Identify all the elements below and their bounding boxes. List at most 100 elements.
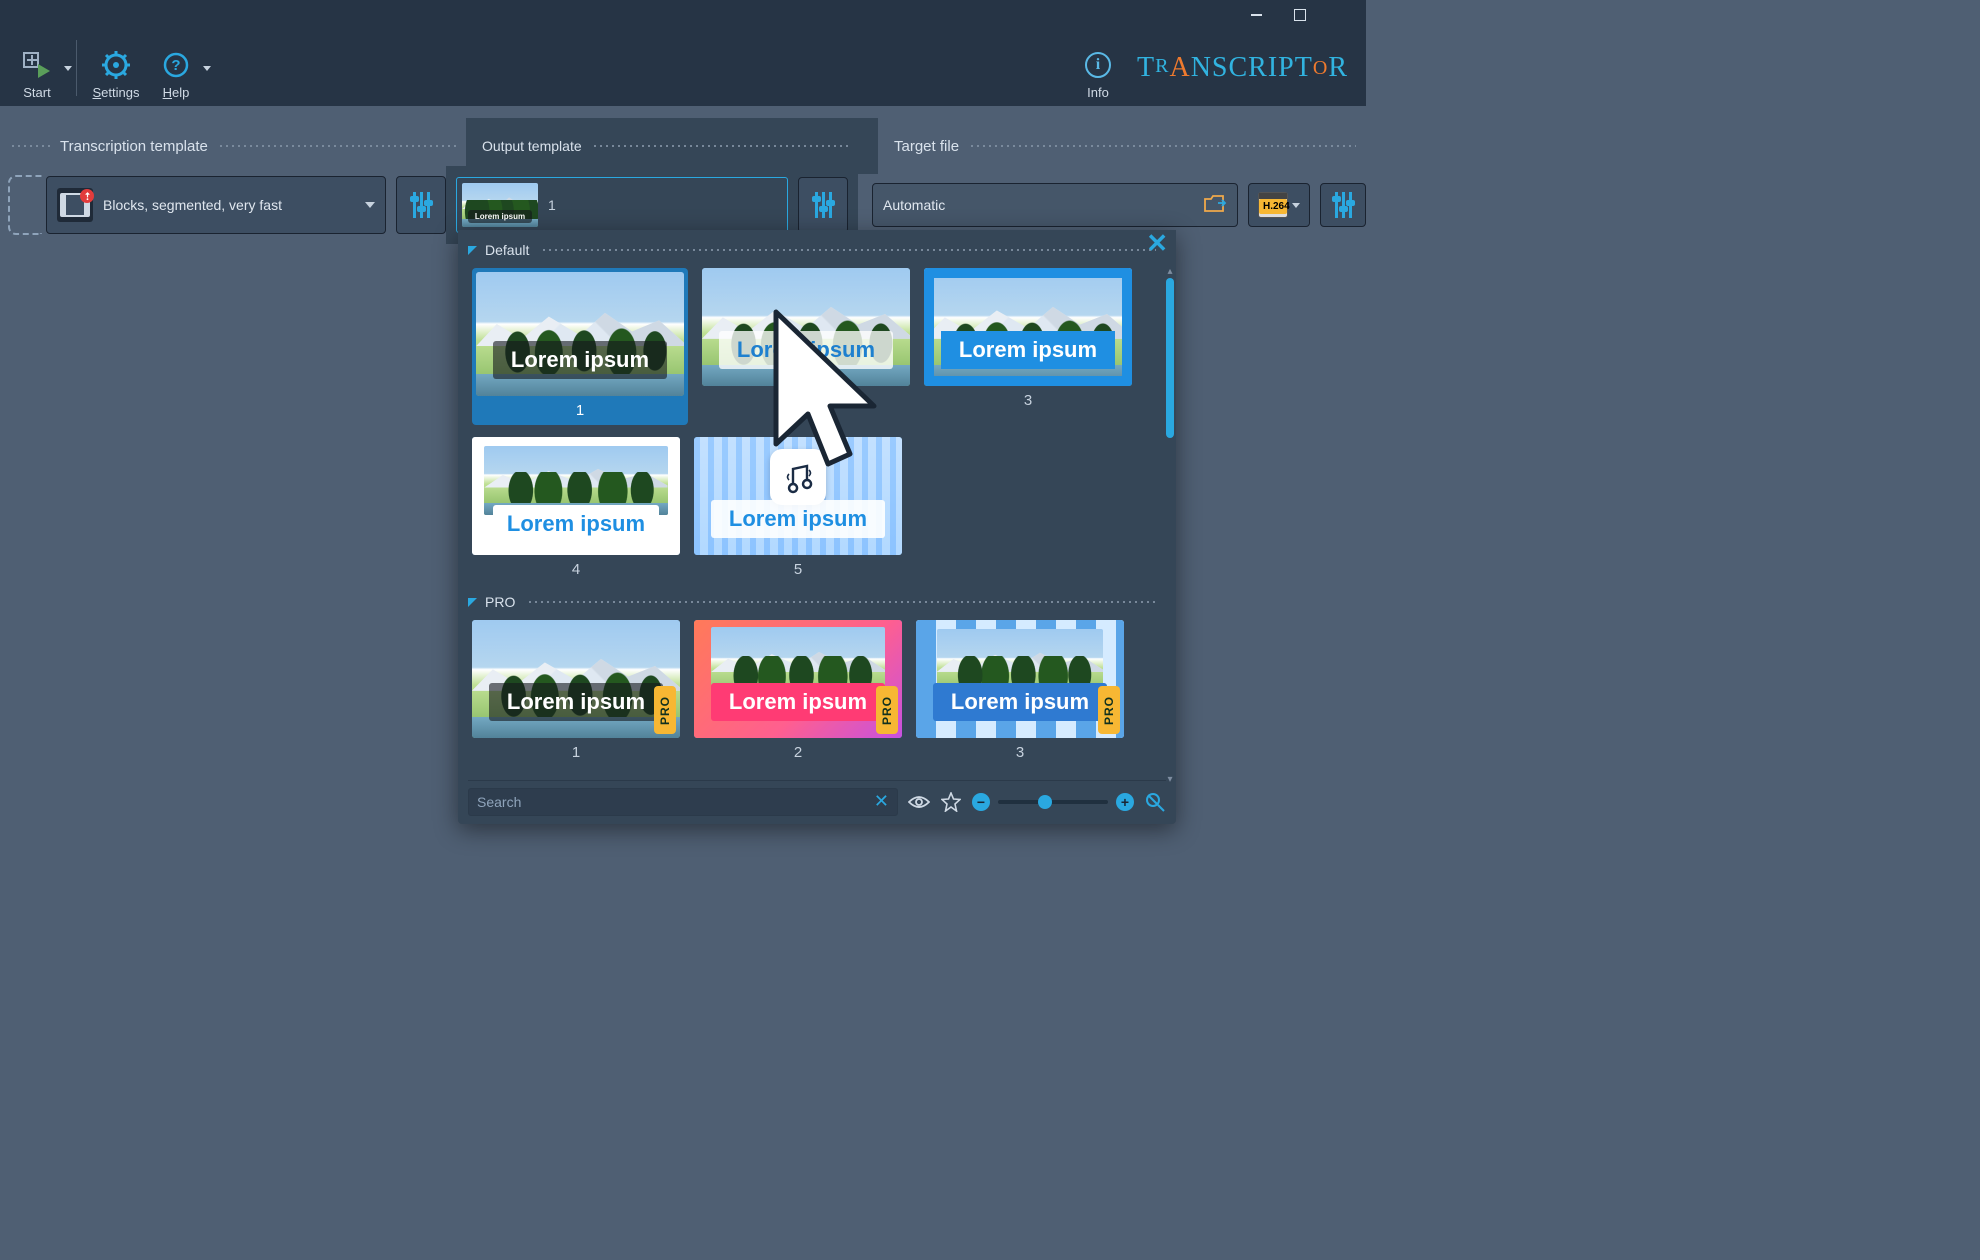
template-number: 3 bbox=[1024, 390, 1032, 411]
target-combo-label: Automatic bbox=[883, 197, 945, 213]
dropdown-caret-icon bbox=[203, 66, 211, 71]
default-templates-grid: Lorem ipsum 1 Lorem ipsum 2 Lorem ipsum bbox=[468, 264, 1166, 590]
group-header-pro[interactable]: PRO bbox=[468, 594, 1166, 610]
info-icon: i bbox=[1085, 45, 1111, 85]
template-search-input[interactable]: Search ✕ bbox=[468, 788, 898, 816]
start-button[interactable]: Start bbox=[12, 36, 62, 100]
window-maximize-button[interactable] bbox=[1278, 0, 1322, 30]
template-caption: Lorem ipsum bbox=[489, 683, 664, 721]
popup-footer: Search ✕ − + bbox=[468, 780, 1166, 816]
section-headers: Transcription template Output template T… bbox=[0, 126, 1366, 166]
zoom-in-button[interactable]: + bbox=[1116, 793, 1134, 811]
sliders-icon bbox=[1335, 192, 1352, 218]
section-output-label: Output template bbox=[482, 138, 582, 154]
section-transcription-label: Transcription template bbox=[60, 138, 208, 155]
template-pro-card-2[interactable]: Lorem ipsum PRO 2 bbox=[694, 620, 902, 763]
output-template-popup: ✕ Default Lorem ipsum 1 Lorem ipsum bbox=[458, 230, 1176, 824]
output-settings-button[interactable] bbox=[798, 177, 848, 233]
zoom-out-button[interactable]: − bbox=[972, 793, 990, 811]
output-combo-label: 1 bbox=[548, 197, 556, 213]
transcription-template-combo[interactable]: Blocks, segmented, very fast bbox=[46, 176, 386, 234]
settings-button[interactable]: Settings bbox=[91, 36, 141, 100]
window-close-button[interactable] bbox=[1322, 0, 1366, 30]
collapse-icon bbox=[468, 598, 477, 607]
search-clear-icon[interactable]: ✕ bbox=[874, 791, 889, 812]
group-default-label: Default bbox=[485, 242, 529, 258]
transcription-settings-button[interactable] bbox=[396, 176, 446, 234]
open-folder-icon bbox=[1203, 193, 1227, 218]
info-label: Info bbox=[1087, 85, 1109, 100]
brand-logo: TRANSCRIPTOR bbox=[1137, 52, 1348, 84]
popup-close-button[interactable]: ✕ bbox=[1146, 228, 1168, 259]
scrollbar-handle[interactable] bbox=[1166, 278, 1174, 438]
transcription-combo-label: Blocks, segmented, very fast bbox=[103, 197, 282, 213]
toolbar-separator bbox=[76, 40, 77, 96]
search-placeholder: Search bbox=[477, 794, 521, 810]
template-pro-card-1[interactable]: Lorem ipsum PRO 1 bbox=[472, 620, 680, 763]
caret-down-icon bbox=[365, 202, 375, 208]
template-caption: Lorem ipsum bbox=[493, 505, 659, 543]
template-number: 2 bbox=[794, 742, 802, 763]
transcription-column: Blocks, segmented, very fast bbox=[0, 175, 446, 235]
settings-label: Settings bbox=[93, 85, 140, 100]
output-template-combo[interactable]: Lorem ipsum 1 bbox=[456, 177, 788, 233]
window-minimize-button[interactable] bbox=[1234, 0, 1278, 30]
section-transcription-header: Transcription template bbox=[60, 138, 466, 155]
zoom-reset-button[interactable] bbox=[1144, 791, 1166, 813]
template-caption: Lorem ipsum bbox=[719, 331, 894, 369]
main-area: Transcription template Output template T… bbox=[0, 106, 1366, 244]
visibility-toggle[interactable] bbox=[908, 791, 930, 813]
template-number: 1 bbox=[572, 742, 580, 763]
template-caption: Lorem ipsum bbox=[711, 500, 886, 538]
scroll-up-icon[interactable]: ▴ bbox=[1166, 266, 1174, 276]
window-titlebar bbox=[0, 0, 1366, 30]
film-icon bbox=[57, 188, 93, 222]
group-pro-label: PRO bbox=[485, 594, 515, 610]
template-caption: Lorem ipsum bbox=[941, 331, 1116, 369]
template-card-5[interactable]: Lorem ipsum 5 bbox=[694, 437, 902, 580]
info-button[interactable]: i Info bbox=[1073, 36, 1123, 100]
popup-scrollbar[interactable]: ▴ ▾ bbox=[1166, 266, 1174, 784]
sliders-icon bbox=[413, 192, 430, 218]
start-label: Start bbox=[23, 85, 50, 100]
template-number: 2 bbox=[802, 390, 810, 411]
zoom-slider[interactable] bbox=[998, 800, 1108, 804]
target-file-combo[interactable]: Automatic bbox=[872, 183, 1238, 227]
svg-text:?: ? bbox=[171, 57, 180, 74]
template-caption: Lorem ipsum bbox=[711, 683, 886, 721]
target-settings-button[interactable] bbox=[1320, 183, 1366, 227]
sliders-icon bbox=[815, 192, 832, 218]
favorite-toggle[interactable] bbox=[940, 791, 962, 813]
template-card-4[interactable]: Lorem ipsum 4 bbox=[472, 437, 680, 580]
group-header-default[interactable]: Default bbox=[468, 242, 1166, 258]
template-number: 3 bbox=[1016, 742, 1024, 763]
dropdown-caret-icon bbox=[64, 66, 72, 71]
section-target-header: Target file bbox=[878, 138, 1366, 155]
gear-icon bbox=[101, 45, 131, 85]
scroll-down-icon[interactable]: ▾ bbox=[1166, 774, 1174, 784]
zoom-slider-knob[interactable] bbox=[1038, 795, 1052, 809]
codec-badge: H.264 bbox=[1259, 199, 1287, 214]
drop-target[interactable] bbox=[8, 175, 42, 235]
template-caption: Lorem ipsum bbox=[493, 341, 668, 379]
help-label: Help bbox=[163, 85, 190, 100]
template-card-3[interactable]: Lorem ipsum 3 bbox=[924, 268, 1132, 425]
help-button[interactable]: ? Help bbox=[151, 36, 201, 100]
pro-badge: PRO bbox=[1098, 686, 1120, 734]
thumbnail-zoom: − + bbox=[972, 793, 1134, 811]
collapse-icon bbox=[468, 246, 477, 255]
section-target-label: Target file bbox=[894, 138, 959, 155]
caret-down-icon bbox=[1292, 203, 1300, 208]
template-number: 5 bbox=[794, 559, 802, 580]
template-pro-card-3[interactable]: Lorem ipsum PRO 3 bbox=[916, 620, 1124, 763]
start-icon bbox=[22, 45, 52, 85]
help-icon: ? bbox=[162, 45, 190, 85]
music-icon bbox=[770, 449, 826, 505]
template-number: 1 bbox=[576, 400, 584, 421]
template-number: 4 bbox=[572, 559, 580, 580]
codec-selector[interactable]: H.264 bbox=[1248, 183, 1310, 227]
template-card-2[interactable]: Lorem ipsum 2 bbox=[702, 268, 910, 425]
main-toolbar: Start Settings bbox=[0, 30, 1366, 106]
template-card-1[interactable]: Lorem ipsum 1 bbox=[472, 268, 688, 425]
pro-badge: PRO bbox=[654, 686, 676, 734]
